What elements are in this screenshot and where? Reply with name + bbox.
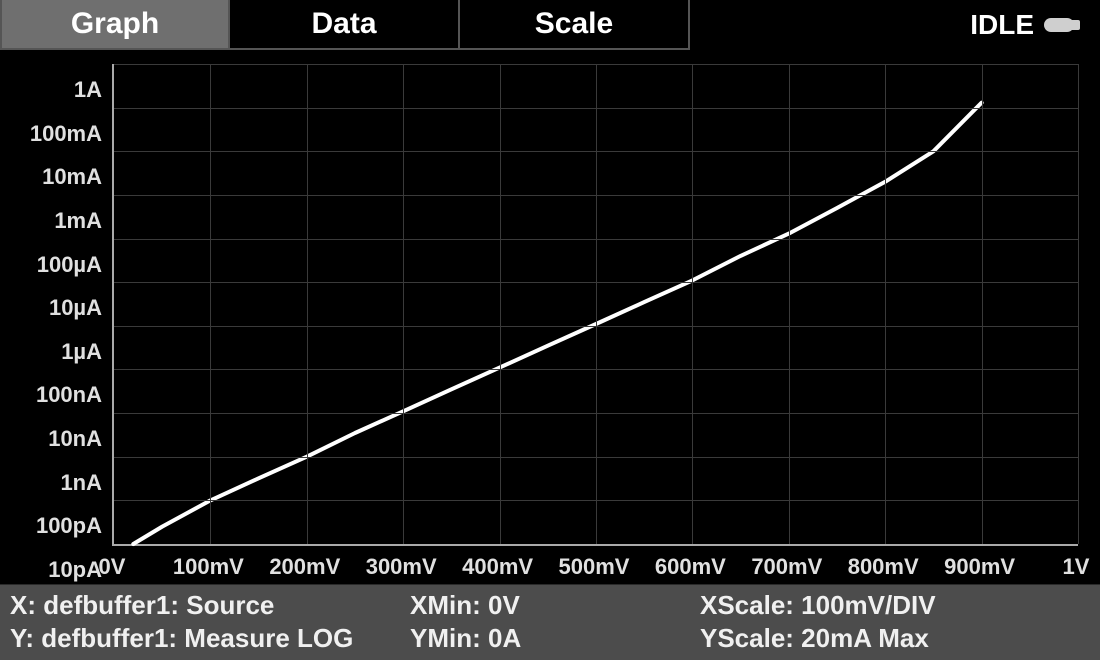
y-tick-label: 100pA <box>36 513 108 539</box>
gridline-horizontal <box>114 151 1078 152</box>
info-y-source: Y: defbuffer1: Measure LOG <box>10 622 410 655</box>
gridline-horizontal <box>114 413 1078 414</box>
gridline-vertical <box>500 64 501 544</box>
info-ymin: YMin: 0A <box>410 622 700 655</box>
y-tick-label: 10nA <box>48 426 108 452</box>
x-tick-label: 700mV <box>751 554 822 580</box>
gridline-horizontal <box>114 282 1078 283</box>
info-xmin: XMin: 0V <box>410 589 700 622</box>
status-text: IDLE <box>970 9 1034 41</box>
y-tick-label: 100nA <box>36 382 108 408</box>
y-tick-label: 10mA <box>42 164 108 190</box>
x-tick-label: 100mV <box>173 554 244 580</box>
tab-data[interactable]: Data <box>230 0 460 50</box>
gridline-vertical <box>403 64 404 544</box>
gridline-horizontal <box>114 64 1078 65</box>
smu-graph-screen: Graph Data Scale IDLE 0V100mV200mV300mV4… <box>0 0 1100 660</box>
gridline-horizontal <box>114 195 1078 196</box>
gridline-horizontal <box>114 369 1078 370</box>
gridline-vertical <box>885 64 886 544</box>
y-tick-label: 10pA <box>48 557 108 583</box>
x-tick-label: 600mV <box>655 554 726 580</box>
gridline-vertical <box>307 64 308 544</box>
y-tick-label: 10µA <box>49 295 108 321</box>
gridline-horizontal <box>114 457 1078 458</box>
info-yscale: YScale: 20mA Max <box>700 622 1090 655</box>
gridline-vertical <box>982 64 983 544</box>
gridline-horizontal <box>114 326 1078 327</box>
status-indicator-icon <box>1044 18 1074 32</box>
y-tick-label: 1A <box>74 77 108 103</box>
gridline-horizontal <box>114 108 1078 109</box>
y-tick-label: 1µA <box>61 339 108 365</box>
gridline-vertical <box>692 64 693 544</box>
y-tick-label: 100mA <box>30 121 108 147</box>
y-tick-label: 1mA <box>54 208 108 234</box>
tab-scale[interactable]: Scale <box>460 0 690 50</box>
gridline-horizontal <box>114 239 1078 240</box>
x-tick-label: 400mV <box>462 554 533 580</box>
info-x-source: X: defbuffer1: Source <box>10 589 410 622</box>
x-tick-label: 500mV <box>559 554 630 580</box>
gridline-vertical <box>789 64 790 544</box>
gridline-vertical <box>1078 64 1079 544</box>
x-tick-label: 300mV <box>366 554 437 580</box>
x-tick-label: 200mV <box>269 554 340 580</box>
gridline-horizontal <box>114 500 1078 501</box>
axis-info-bar: X: defbuffer1: Source XMin: 0V XScale: 1… <box>0 584 1100 660</box>
gridline-vertical <box>596 64 597 544</box>
y-tick-label: 100µA <box>37 252 108 278</box>
x-tick-label: 900mV <box>944 554 1015 580</box>
instrument-status: IDLE <box>970 0 1100 50</box>
gridline-vertical <box>210 64 211 544</box>
y-tick-label: 1nA <box>60 470 108 496</box>
info-xscale: XScale: 100mV/DIV <box>700 589 1090 622</box>
tab-graph[interactable]: Graph <box>0 0 230 50</box>
x-tick-label: 1V <box>1063 554 1090 580</box>
x-tick-label: 800mV <box>848 554 919 580</box>
plot-grid <box>112 64 1078 546</box>
tab-bar: Graph Data Scale IDLE <box>0 0 1100 50</box>
tabbar-spacer <box>690 0 970 50</box>
plot-area[interactable]: 0V100mV200mV300mV400mV500mV600mV700mV800… <box>0 50 1100 584</box>
